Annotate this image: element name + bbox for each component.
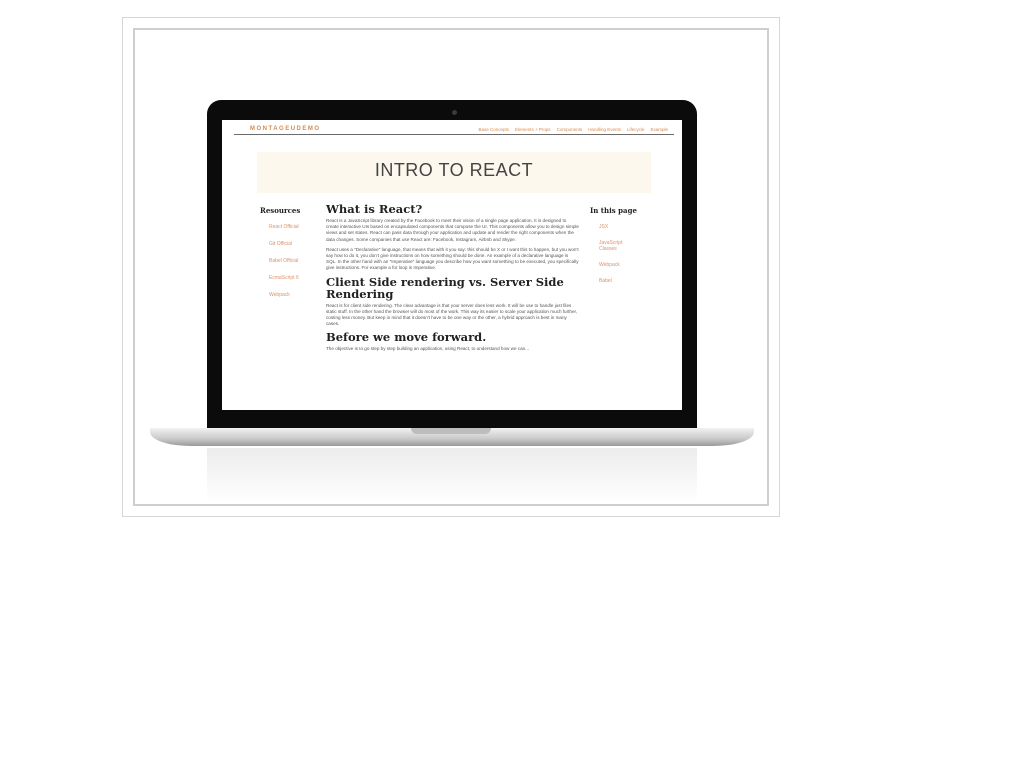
nav-link-lifecycle[interactable]: Lifecycle <box>627 127 645 132</box>
hero-banner: INTRO TO REACT <box>257 152 651 193</box>
resources-heading: Resources <box>260 206 301 215</box>
article-content: What is React? React is a JavaScript lib… <box>326 203 579 357</box>
paragraph-objective: The objective is to go step by step buil… <box>326 346 530 352</box>
laptop-reflection <box>207 448 697 503</box>
camera-icon <box>452 110 457 115</box>
paragraph-client-side: React is for client side rendering. The … <box>326 302 578 327</box>
nav-link-base-concepts[interactable]: Base Concepts <box>478 127 509 132</box>
resource-link-ecmascript-6[interactable]: EcmaScript 6 <box>269 275 320 281</box>
in-page-heading: In this page <box>590 206 637 215</box>
nav-link-components[interactable]: Components <box>557 127 583 132</box>
in-page-link-jsx[interactable]: JSX <box>599 224 660 230</box>
site-brand[interactable]: MONTAGEUDEMO <box>250 126 321 132</box>
resource-link-git-official[interactable]: Git Official <box>269 241 320 247</box>
laptop-notch <box>411 428 491 434</box>
nav-link-elements-props[interactable]: Elements + Props <box>515 127 551 132</box>
heading-what-is-react: What is React? <box>326 202 423 216</box>
resource-link-react-official[interactable]: React Official <box>269 224 320 230</box>
in-page-link-babel[interactable]: Babel <box>599 278 660 284</box>
paragraph-intro: React is a JavaScript library created by… <box>326 218 579 242</box>
site-nav: Base Concepts Elements + Props Component… <box>478 127 668 132</box>
screen-bottom-fade <box>222 400 682 410</box>
paragraph-declarative: React uses a "Declarative" language, tha… <box>326 246 579 271</box>
in-page-sidebar: In this page JSX JavaScript Classes Webp… <box>590 206 660 294</box>
resource-link-babel-official[interactable]: Babel Official <box>269 258 320 264</box>
laptop-screen: MONTAGEUDEMO Base Concepts Elements + Pr… <box>222 120 682 410</box>
in-page-link-javascript-classes[interactable]: JavaScript Classes <box>599 240 629 252</box>
heading-client-vs-server: Client Side rendering vs. Server Side Re… <box>326 274 564 301</box>
resources-sidebar: Resources React Official Git Official Ba… <box>260 206 320 309</box>
nav-link-handling-events[interactable]: Handling Events <box>588 127 621 132</box>
resource-link-webpack[interactable]: Webpack <box>269 292 320 298</box>
heading-before-we-move: Before we move forward. <box>326 330 487 345</box>
page-title: INTRO TO REACT <box>374 160 534 180</box>
in-page-link-webpack[interactable]: Webpack <box>599 262 660 268</box>
nav-link-example[interactable]: Example <box>650 127 668 132</box>
